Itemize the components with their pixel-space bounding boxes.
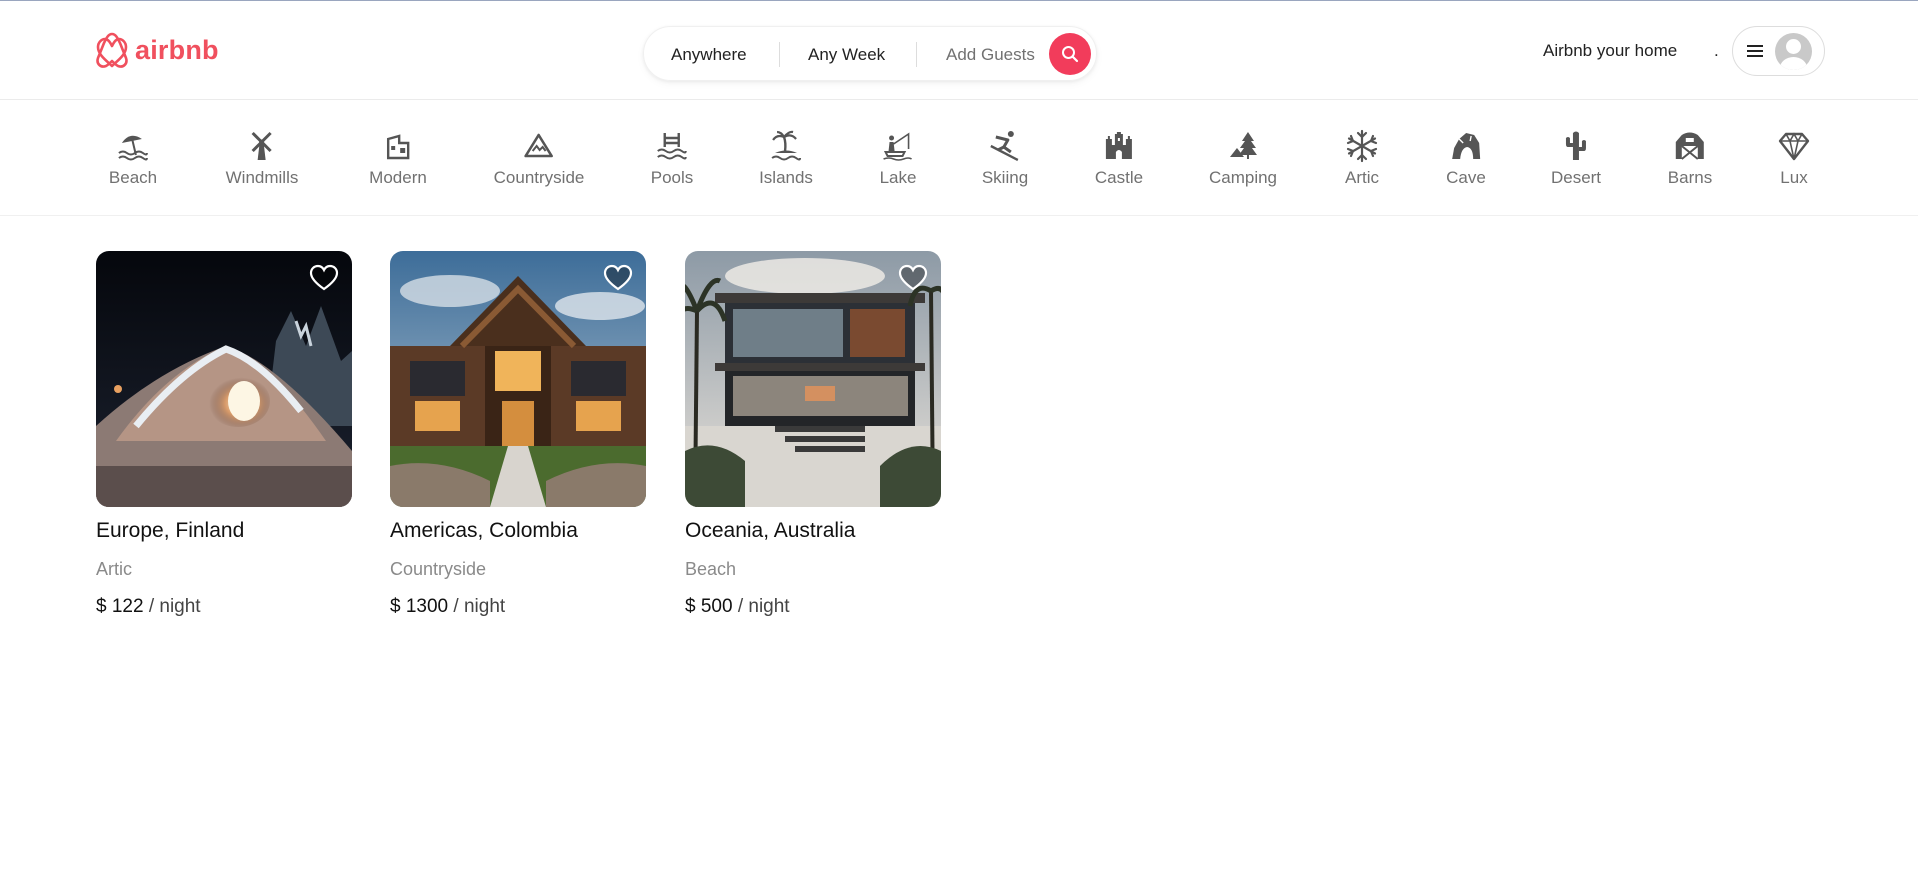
search-any-week[interactable]: Any Week <box>808 27 885 82</box>
category-label: Lake <box>879 168 917 187</box>
search-button[interactable] <box>1049 33 1091 75</box>
listing-price: $ 122 <box>96 596 144 617</box>
category-label: Beach <box>108 168 158 187</box>
category-label: Camping <box>1208 168 1278 187</box>
mountain-icon <box>524 133 554 158</box>
listing-location: Americas, Colombia <box>390 519 578 542</box>
category-modern[interactable]: Modern <box>369 129 427 188</box>
category-beach[interactable]: Beach <box>109 129 157 188</box>
island-palm-icon <box>771 130 801 161</box>
pool-ladder-icon <box>657 133 687 160</box>
skier-icon <box>990 131 1019 162</box>
category-label: Cave <box>1446 168 1486 187</box>
listing-category: Beach <box>685 559 737 579</box>
category-label: Skiing <box>981 168 1029 187</box>
heart-icon[interactable] <box>898 264 928 292</box>
listing-category: Countryside <box>390 559 487 579</box>
heart-icon[interactable] <box>603 264 633 292</box>
category-cave[interactable]: Cave <box>1446 129 1486 188</box>
category-label: Lux <box>1780 168 1808 187</box>
listing-price: $ 500 <box>685 596 733 617</box>
snowflake-icon <box>1346 129 1378 163</box>
category-label: Barns <box>1667 168 1713 187</box>
category-label: Islands <box>759 168 813 187</box>
listing-card[interactable]: Americas, Colombia Countryside $ 1300 / … <box>390 251 646 618</box>
listing-card[interactable]: Oceania, Australia Beach $ 500 / night <box>685 251 941 618</box>
separator-dot: . <box>1714 41 1719 60</box>
listing-price-row: $ 1300 / night <box>390 596 646 618</box>
category-label: Desert <box>1550 168 1602 187</box>
modern-building-icon <box>386 134 410 160</box>
search-add-guests[interactable]: Add Guests <box>946 27 1035 82</box>
heart-icon[interactable] <box>309 264 339 292</box>
search-divider <box>779 42 780 67</box>
listing-photo[interactable] <box>685 251 941 507</box>
lake-fishing-icon <box>883 132 913 161</box>
barn-icon <box>1675 132 1704 160</box>
category-artic[interactable]: Artic <box>1345 129 1379 188</box>
airbnb-your-home-link[interactable]: Airbnb your home <box>1543 26 1677 76</box>
listing-price: $ 1300 <box>390 596 449 617</box>
category-bar: Beach Windmills Modern Countryside Pools… <box>0 101 1918 216</box>
category-label: Windmills <box>225 168 299 187</box>
listing-location: Oceania, Australia <box>685 519 856 542</box>
hamburger-icon <box>1747 45 1763 57</box>
windmill-icon <box>251 131 273 160</box>
airbnb-logo-icon <box>96 32 128 68</box>
search-icon <box>1062 46 1079 63</box>
listing-price-row: $ 122 / night <box>96 596 352 618</box>
category-label: Pools <box>650 168 694 187</box>
price-unit: / night <box>453 596 506 617</box>
category-label: Artic <box>1345 168 1379 187</box>
category-islands[interactable]: Islands <box>759 129 813 188</box>
search-bar[interactable]: Anywhere Any Week Add Guests <box>643 26 1097 81</box>
category-camping[interactable]: Camping <box>1209 129 1277 188</box>
price-unit: / night <box>148 596 201 617</box>
beach-umbrella-icon <box>118 135 148 161</box>
top-navbar: airbnb Anywhere Any Week Add Guests Airb… <box>0 1 1918 100</box>
category-castle[interactable]: Castle <box>1095 129 1143 188</box>
profile-menu-button[interactable] <box>1732 26 1825 76</box>
cactus-icon <box>1565 131 1586 160</box>
category-label: Modern <box>369 168 427 187</box>
category-skiing[interactable]: Skiing <box>982 129 1028 188</box>
category-countryside[interactable]: Countryside <box>493 129 585 188</box>
cave-icon <box>1452 133 1480 159</box>
camping-tree-icon <box>1229 132 1257 159</box>
listing-photo[interactable] <box>96 251 352 507</box>
search-divider <box>916 42 917 67</box>
category-lux[interactable]: Lux <box>1777 129 1811 188</box>
category-label: Castle <box>1094 168 1144 187</box>
airbnb-logo[interactable]: airbnb <box>95 30 219 70</box>
category-pools[interactable]: Pools <box>650 129 694 188</box>
brand-name: airbnb <box>135 34 219 65</box>
listing-card[interactable]: Europe, Finland Artic $ 122 / night <box>96 251 352 618</box>
listing-category: Artic <box>96 559 132 579</box>
listing-photo[interactable] <box>390 251 646 507</box>
castle-icon <box>1106 132 1132 159</box>
diamond-icon <box>1778 132 1810 161</box>
listing-location: Europe, Finland <box>96 519 245 542</box>
listing-price-row: $ 500 / night <box>685 596 941 618</box>
category-label: Countryside <box>493 168 585 187</box>
search-anywhere[interactable]: Anywhere <box>671 27 747 82</box>
category-windmills[interactable]: Windmills <box>225 129 299 188</box>
category-lake[interactable]: Lake <box>879 129 917 188</box>
category-barns[interactable]: Barns <box>1668 129 1712 188</box>
price-unit: / night <box>737 596 790 617</box>
user-avatar-icon <box>1775 32 1812 70</box>
category-desert[interactable]: Desert <box>1551 129 1601 188</box>
